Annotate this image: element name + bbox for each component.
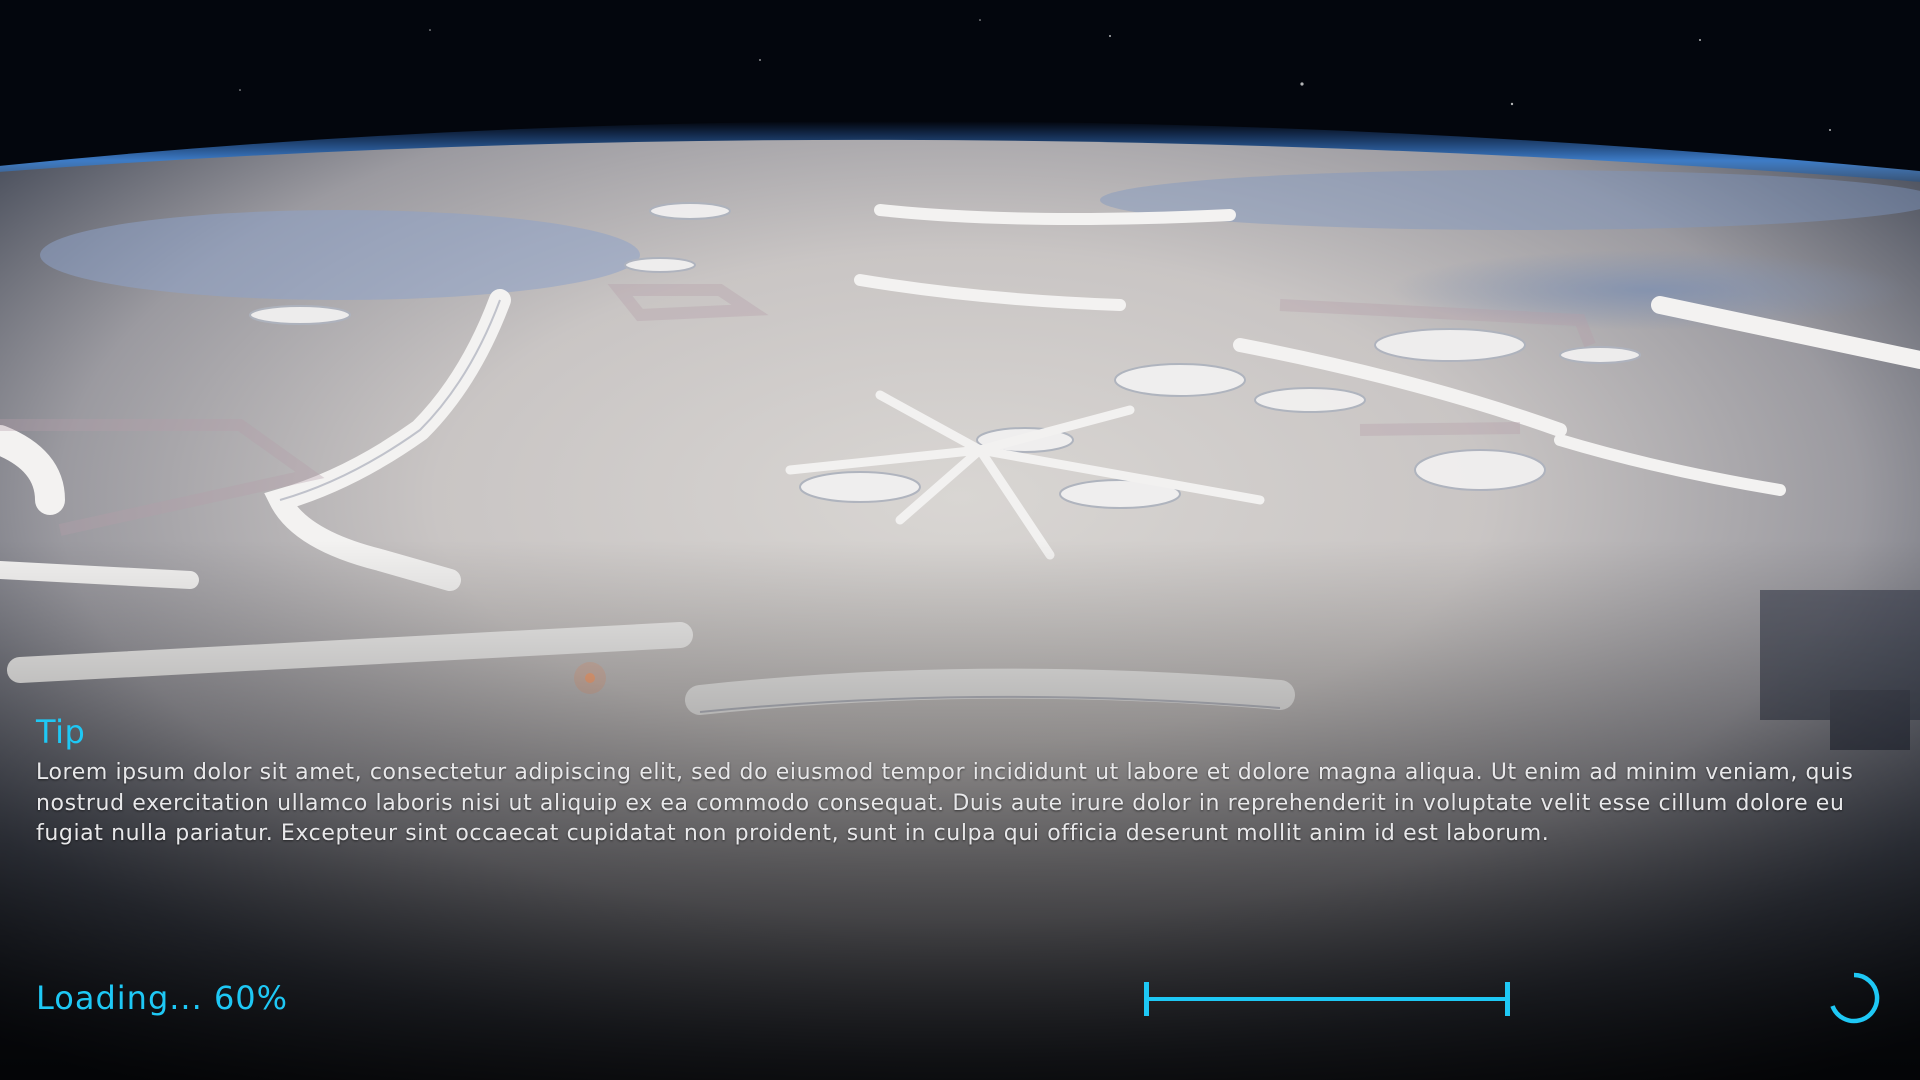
loading-percent: 60% [213, 979, 289, 1017]
progress-fill [1144, 997, 1510, 1001]
tip-panel: Tip Lorem ipsum dolor sit amet, consecte… [36, 712, 1886, 850]
planet-background [0, 0, 1920, 1080]
loading-status: Loading... 60% [36, 976, 288, 1020]
loading-label: Loading... [36, 979, 203, 1017]
tip-body: Lorem ipsum dolor sit amet, consectetur … [36, 760, 1854, 846]
loading-screen: Tip Lorem ipsum dolor sit amet, consecte… [0, 0, 1920, 1080]
progress-cap-right [1505, 982, 1510, 1016]
progress-bar [1144, 982, 1510, 1016]
tip-title: Tip [36, 713, 86, 751]
loading-spinner-icon [1826, 970, 1882, 1026]
progress-cap-left [1144, 982, 1149, 1016]
